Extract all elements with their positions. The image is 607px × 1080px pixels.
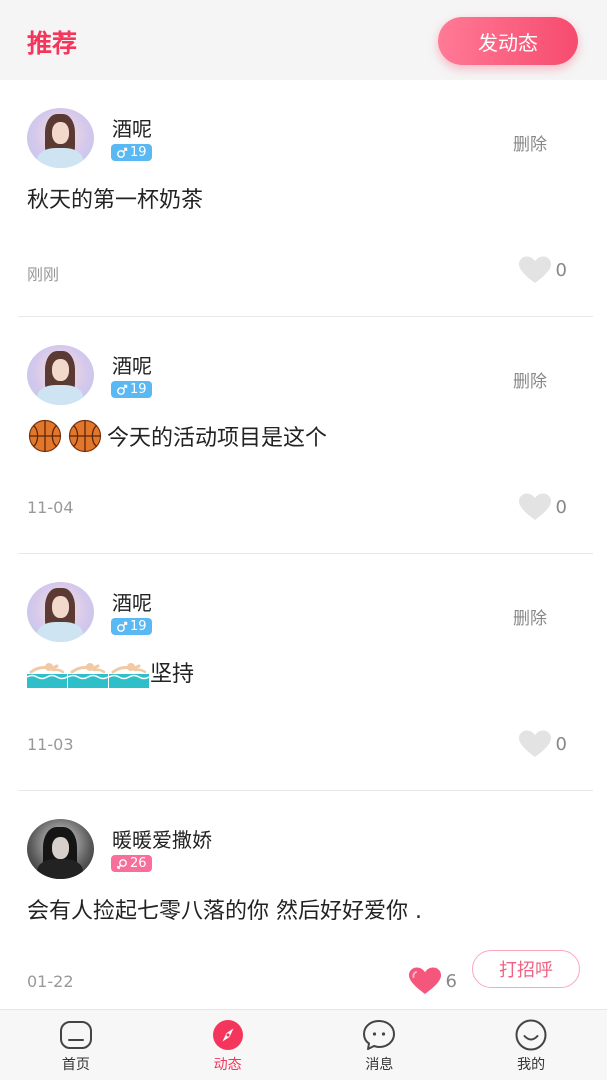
- tab-label: 动态: [213, 1057, 242, 1073]
- post-card: 酒呢 19 删除 秋天的第一杯奶茶 刚刚 0: [0, 80, 607, 317]
- post-content: 秋天的第一杯奶茶: [27, 182, 203, 214]
- post-content: 坚持: [27, 656, 194, 688]
- like-control[interactable]: 0: [518, 729, 567, 759]
- post-card: 酒呢 19 删除 坚持 11-03 0: [0, 554, 607, 791]
- post-time: 01-22: [27, 972, 74, 991]
- like-count: 0: [555, 259, 567, 281]
- male-symbol-icon: [117, 147, 128, 158]
- delete-button[interactable]: 删除: [513, 604, 547, 629]
- bottom-tab-bar: 首页 动态 消息 我的: [0, 1009, 607, 1080]
- gender-age-badge: 19: [111, 381, 152, 398]
- username[interactable]: 酒呢: [112, 350, 152, 379]
- tab-moments[interactable]: 动态: [152, 1010, 304, 1080]
- tab-label: 首页: [61, 1057, 90, 1073]
- post-text: 秋天的第一杯奶茶: [27, 188, 204, 213]
- like-control[interactable]: 0: [518, 255, 567, 285]
- delete-button[interactable]: 删除: [513, 130, 547, 155]
- age-label: 19: [130, 145, 147, 160]
- age-label: 19: [130, 619, 147, 634]
- username[interactable]: 酒呢: [112, 113, 152, 142]
- chat-bubble-icon: [363, 1020, 396, 1050]
- username[interactable]: 酒呢: [112, 587, 152, 616]
- post-text: 今天的活动项目是这个: [107, 426, 328, 451]
- heart-icon[interactable]: [518, 255, 552, 285]
- tab-label: 消息: [365, 1057, 394, 1073]
- post-time: 刚刚: [27, 265, 60, 284]
- avatar[interactable]: [27, 108, 94, 168]
- like-count: 0: [555, 496, 567, 518]
- female-symbol-icon: [116, 858, 127, 869]
- say-hello-button[interactable]: 打招呼: [472, 950, 580, 988]
- avatar[interactable]: [27, 582, 94, 642]
- post-content: 会有人捡起七零八落的你 然后好好爱你 .: [27, 893, 422, 925]
- page-title[interactable]: 推荐: [27, 24, 77, 60]
- post-time: 11-03: [27, 735, 74, 754]
- age-label: 19: [130, 382, 147, 397]
- swimmer-icon: [109, 663, 149, 688]
- avatar[interactable]: [27, 819, 94, 879]
- tab-label: 我的: [517, 1057, 546, 1073]
- basketball-icon: [28, 419, 62, 453]
- like-count: 6: [445, 970, 457, 992]
- age-label: 26: [130, 856, 147, 871]
- post-time: 11-04: [27, 498, 74, 517]
- post-card: 酒呢 19 删除 今天的活动项目是这个 11-04 0: [0, 317, 607, 554]
- gender-age-badge: 19: [111, 144, 152, 161]
- heart-icon[interactable]: [518, 492, 552, 522]
- top-header: 推荐 发动态: [0, 0, 607, 80]
- delete-button[interactable]: 删除: [513, 367, 547, 392]
- like-control[interactable]: 6: [408, 966, 457, 996]
- moments-feed: 酒呢 19 删除 秋天的第一杯奶茶 刚刚 0 酒呢 19 删除 今天的活动项目是…: [0, 80, 607, 1021]
- like-count: 0: [555, 733, 567, 755]
- male-symbol-icon: [117, 384, 128, 395]
- username[interactable]: 暖暖爱撒娇: [112, 824, 212, 853]
- home-icon: [59, 1021, 92, 1049]
- like-control[interactable]: 0: [518, 492, 567, 522]
- post-text: 会有人捡起七零八落的你 然后好好爱你 .: [27, 899, 422, 924]
- tab-messages[interactable]: 消息: [304, 1010, 456, 1080]
- swimmer-icon: [27, 663, 67, 688]
- gender-age-badge: 26: [111, 855, 152, 872]
- post-text: 坚持: [150, 662, 195, 687]
- tab-profile[interactable]: 我的: [455, 1010, 607, 1080]
- post-moment-button[interactable]: 发动态: [438, 17, 578, 65]
- smiley-face-icon: [515, 1019, 547, 1051]
- heart-icon[interactable]: [518, 729, 552, 759]
- male-symbol-icon: [117, 621, 128, 632]
- post-content: 今天的活动项目是这个: [27, 419, 327, 453]
- basketball-icon: [68, 419, 102, 453]
- heart-icon[interactable]: [408, 966, 442, 996]
- compass-icon: [212, 1020, 243, 1050]
- avatar[interactable]: [27, 345, 94, 405]
- tab-home[interactable]: 首页: [0, 1010, 152, 1080]
- swimmer-icon: [68, 663, 108, 688]
- gender-age-badge: 19: [111, 618, 152, 635]
